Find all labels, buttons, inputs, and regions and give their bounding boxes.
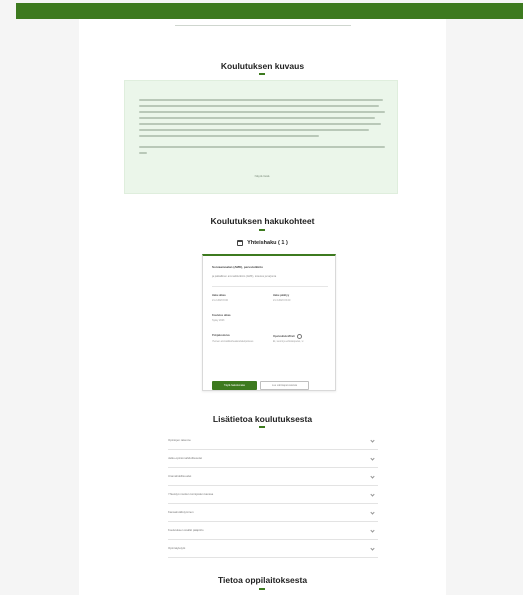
accordion-item[interactable]: Opintojen rakenne [168,432,378,450]
lisatietoa-title-accent [259,426,265,428]
pohjakoulutus-label: Pohjakoulutus [212,334,230,337]
read-more-link[interactable]: Näytä lisää [125,174,399,178]
haku-label: Yhteishaku ( 1 ) [247,240,288,246]
description-text-line [139,111,385,113]
opetuskieli-value: Et, suomi ja erikoisopetus, vi [273,340,304,343]
accordion-item[interactable]: Uramahdollisuudet [168,468,378,486]
hakukohteet-title-accent [259,229,265,231]
top-divider [175,25,351,26]
description-title-accent [259,73,265,75]
description-text-line [139,105,379,107]
description-text-line [139,152,147,154]
description-text-line [139,123,381,125]
accordion-item[interactable]: Yhteistyö muiden toimijoiden kanssa [168,486,378,504]
accordion-item[interactable]: Opinnäytetyöt [168,540,378,558]
haku-paattyy-value: 21.3.2023 15.00 [273,299,291,302]
haku-alkaa-value: 21.2.2023 8.00 [212,299,228,302]
opetuskieli-label-text: Opetuskielet/Kieli [273,335,295,339]
opetuskieli-label: Opetuskielet/Kieli [273,334,302,339]
accordion-item[interactable]: Koulutuksen sisältö pääpiirto [168,522,378,540]
hakukohde-title: Sorvaamoalan (AMK), perustutkinto [212,265,264,269]
chevron-down-icon [370,438,375,443]
description-text-line [139,99,383,101]
description-title: Koulutuksen kuvaus [220,61,305,71]
main-content: Koulutuksen kuvaus Näytä lisää Koulutuks… [79,19,446,595]
chevron-down-icon [370,474,375,479]
valintaperusteet-button[interactable]: Lue valintaperusteista [260,381,309,390]
accordion-item[interactable]: Kansainvälistyminen [168,504,378,522]
koulutus-alkaa-label: Koulutus alkaa [212,314,231,317]
accordion-item[interactable]: Jatko-opintomahdollisuudet [168,450,378,468]
description-text-line [139,117,375,119]
accordion-label: Yhteistyö muiden toimijoiden kanssa [168,492,214,496]
accordion-label: Uramahdollisuudet [168,474,192,478]
chevron-down-icon [370,456,375,461]
accordion-list: Opintojen rakenne Jatko-opintomahdollisu… [168,432,378,558]
description-text-line [139,135,319,137]
accordion-label: Jatko-opintomahdollisuudet [168,456,203,460]
chevron-down-icon [370,492,375,497]
oppilaitos-title-accent [259,588,265,590]
hakukohde-subtitle: ja palkallinen ammattitutkinto (AMK), to… [212,275,277,278]
accordion-label: Koulutuksen sisältö pääpiirto [168,528,204,532]
top-header-bar [16,3,523,19]
haku-alkaa-label: Haku alkaa [212,294,226,297]
haku-paattyy-label: Haku päättyy [273,294,290,297]
chevron-down-icon [370,510,375,515]
accordion-label: Opintojen rakenne [168,438,191,442]
description-text-line [139,146,385,148]
haku-header: Yhteishaku ( 1 ) [79,240,446,246]
oppilaitos-title: Tietoa oppilaitoksesta [217,575,308,585]
description-text-line [139,129,369,131]
chevron-down-icon [370,528,375,533]
lisatietoa-title: Lisätietoa koulutuksesta [212,414,313,424]
accordion-label: Opinnäytetyöt [168,546,186,550]
apply-button[interactable]: Täytä hakulomake [212,381,257,390]
chevron-down-icon [370,546,375,551]
koulutus-alkaa-value: Syksy 2023 [212,319,225,322]
accordion-label: Kansainvälistyminen [168,510,194,514]
hakukohde-card: Sorvaamoalan (AMK), perustutkinto ja pal… [202,254,336,391]
pohjakoulutus-value: Yleinen ammattikorkeakoulukelpoisuus [212,340,254,343]
card-divider [212,286,328,287]
info-icon[interactable] [296,334,302,339]
hakukohteet-title: Koulutuksen hakukohteet [210,216,315,226]
description-box: Näytä lisää [124,80,398,194]
calendar-icon [237,240,244,246]
